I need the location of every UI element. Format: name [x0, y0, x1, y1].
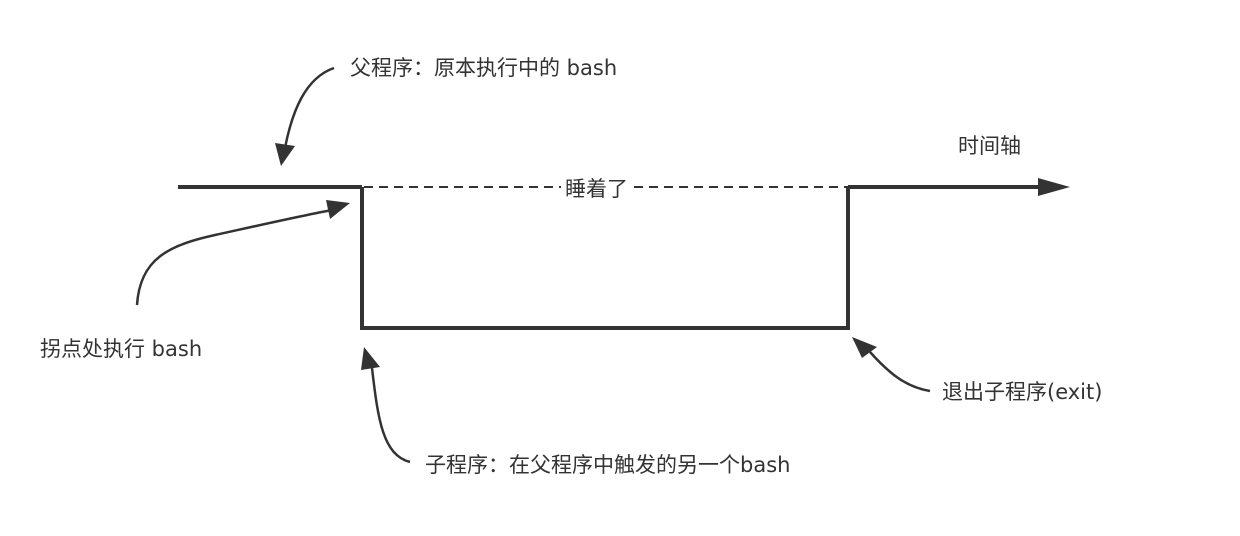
parent-process-label: 父程序：原本执行中的 bash [350, 56, 618, 80]
exit-child-label: 退出子程序(exit) [942, 380, 1103, 404]
child-process-label: 子程序：在父程序中触发的另一个bash [425, 453, 791, 477]
child-process-path [360, 187, 850, 330]
fork-callout-arrow [135, 208, 333, 306]
fork-callout-arrowhead [326, 200, 350, 219]
exit-callout-arrow [869, 351, 931, 393]
parent-callout-arrowhead [275, 143, 295, 166]
child-callout-arrowhead [361, 347, 380, 370]
fork-timeline-diagram: 父程序：原本执行中的 bash 时间轴 睡着了 拐点处执行 bash 退出子程序… [0, 0, 1240, 536]
time-axis-arrowhead [1038, 178, 1070, 196]
parent-callout-arrow [283, 66, 335, 149]
sleeping-label: 睡着了 [561, 176, 632, 202]
fork-point-label: 拐点处执行 bash [40, 337, 203, 361]
time-axis-label: 时间轴 [958, 134, 1021, 158]
child-callout-arrow [370, 367, 411, 464]
